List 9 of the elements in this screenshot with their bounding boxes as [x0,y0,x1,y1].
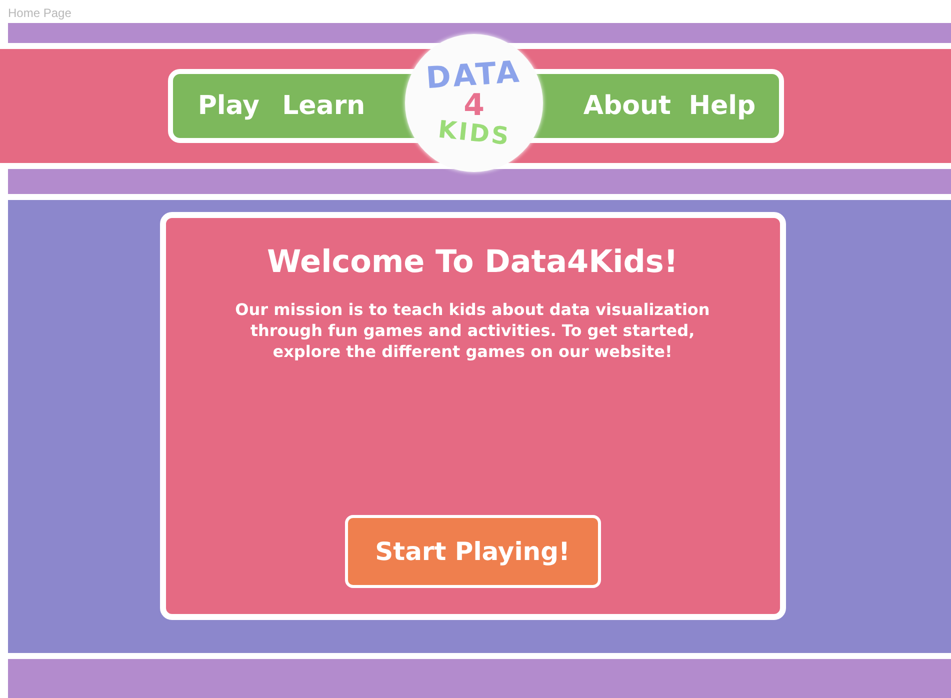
mission-text: Our mission is to teach kids about data visualization through fun games and activities. To get started, explore the different games on our website! [234,300,711,362]
nav-link[interactable]: About [583,91,671,121]
start-playing-button[interactable]: Start Playing! [344,515,600,588]
nav-link[interactable]: Help [688,91,756,121]
logo[interactable]: DATA 4 KIDS [405,34,543,172]
nav-link[interactable]: Play [198,91,260,121]
page-label: Home Page [7,5,72,22]
nav-link[interactable]: Learn [282,91,366,121]
welcome-title: Welcome To Data4Kids! [266,244,678,280]
